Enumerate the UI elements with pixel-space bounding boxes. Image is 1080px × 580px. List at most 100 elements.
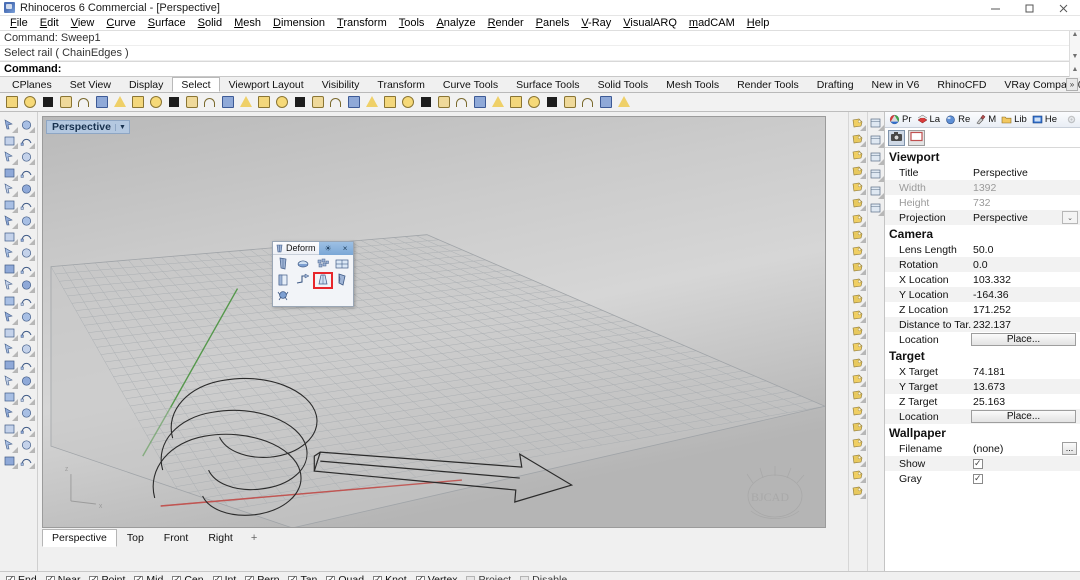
explode-icon[interactable] (19, 246, 35, 261)
splop-icon[interactable] (274, 273, 292, 288)
bongo-icon[interactable] (850, 372, 866, 387)
analyze-icon[interactable] (598, 94, 614, 110)
points-off-icon[interactable] (310, 94, 326, 110)
fillet-icon[interactable] (2, 278, 18, 293)
split-icon[interactable] (436, 94, 452, 110)
osnap-checkbox[interactable] (134, 574, 144, 580)
zoom-window-icon[interactable] (166, 94, 182, 110)
panel-tab-re[interactable]: Re (943, 113, 972, 127)
osnap-project[interactable]: Project (466, 574, 511, 580)
measure-icon[interactable] (2, 374, 18, 389)
menu-item-file[interactable]: File (4, 16, 34, 31)
osnap-end[interactable]: End (6, 574, 37, 580)
display-panel-icon[interactable] (868, 201, 884, 216)
panel-tab-he[interactable]: He (1030, 113, 1059, 127)
command-scrollbar[interactable]: ▲ ▼ (1069, 31, 1080, 61)
scroll-up-icon[interactable]: ▲ (1072, 31, 1079, 39)
minimize-icon[interactable] (978, 0, 1012, 16)
grasshopper-icon[interactable] (850, 468, 866, 483)
panel-tab-m[interactable]: M (973, 113, 998, 127)
snapshot-icon[interactable] (850, 356, 866, 371)
menu-item-dimension[interactable]: Dimension (267, 16, 331, 31)
render-tools-icon[interactable] (850, 116, 866, 131)
menu-item-analyze[interactable]: Analyze (430, 16, 481, 31)
hatch-icon[interactable] (2, 310, 18, 325)
osnap-checkbox[interactable] (288, 574, 298, 580)
deform-toolbar-palette[interactable]: Deform ☀ × (272, 241, 354, 307)
sun-icon[interactable] (850, 212, 866, 227)
paste-icon[interactable] (112, 94, 128, 110)
named-views-icon[interactable] (850, 260, 866, 275)
select-arrow-icon[interactable] (2, 118, 18, 133)
ungroup-icon[interactable] (364, 94, 380, 110)
camera-icon[interactable] (850, 244, 866, 259)
planar-surface-icon[interactable] (2, 262, 18, 277)
copy-icon[interactable] (94, 94, 110, 110)
split-icon[interactable] (19, 438, 35, 453)
osnap-checkbox[interactable] (520, 575, 530, 580)
dimension-icon[interactable] (2, 294, 18, 309)
toolbar-tab-select[interactable]: Select (172, 77, 220, 92)
group-icon[interactable] (346, 94, 362, 110)
panel-tab-pr[interactable]: Pr (887, 113, 914, 127)
toolbar-tab-drafting[interactable]: Drafting (808, 77, 863, 92)
toolbar-tab-display[interactable]: Display (120, 77, 172, 92)
panel-subtab-viewport-frame[interactable] (908, 129, 925, 146)
notes-panel-icon[interactable] (868, 150, 884, 165)
scroll-down-icon[interactable]: ▼ (1072, 53, 1079, 61)
toolbar-tab-curve-tools[interactable]: Curve Tools (434, 77, 507, 92)
bend-icon[interactable] (274, 257, 292, 272)
display-mode-icon[interactable] (850, 276, 866, 291)
toolbar-tab-surface-tools[interactable]: Surface Tools (507, 77, 588, 92)
mesh-icon[interactable] (2, 342, 18, 357)
chamfer-icon[interactable] (19, 278, 35, 293)
menu-item-panels[interactable]: Panels (530, 16, 576, 31)
points-on-icon[interactable] (292, 94, 308, 110)
ground-plane-icon[interactable] (850, 196, 866, 211)
turntable-icon[interactable] (850, 308, 866, 323)
toolbar-tab-set-view[interactable]: Set View (61, 77, 120, 92)
render-mesh-icon[interactable] (19, 342, 35, 357)
array-icon[interactable] (526, 94, 542, 110)
fly-through-icon[interactable] (850, 292, 866, 307)
osnap-quad[interactable]: Quad (326, 574, 364, 580)
layers-panel-icon[interactable] (868, 133, 884, 148)
freeform-curve-icon[interactable] (19, 182, 35, 197)
osnap-point[interactable]: Point (89, 574, 125, 580)
rectangle-icon[interactable] (19, 166, 35, 181)
join-icon[interactable] (2, 454, 18, 469)
trim-icon[interactable] (418, 94, 434, 110)
print-icon[interactable] (58, 94, 74, 110)
toolbar-tab-transform[interactable]: Transform (368, 77, 433, 92)
cylinder-icon[interactable] (2, 230, 18, 245)
toolbar-tab-solid-tools[interactable]: Solid Tools (589, 77, 658, 92)
command-prompt-scroll[interactable]: ▲ (1069, 61, 1080, 77)
command-prompt[interactable]: Command: (0, 61, 1080, 76)
analyze-icon[interactable] (19, 358, 35, 373)
osnap-checkbox[interactable] (245, 574, 255, 580)
move-icon[interactable] (2, 406, 18, 421)
join-icon[interactable] (400, 94, 416, 110)
layer-icon[interactable] (274, 94, 290, 110)
osnap-checkbox[interactable] (466, 575, 476, 580)
osnap-int[interactable]: Int (212, 574, 236, 580)
toolbar-tab-visibility[interactable]: Visibility (313, 77, 369, 92)
menu-item-view[interactable]: View (65, 16, 101, 31)
block-icon[interactable] (19, 310, 35, 325)
location-place-button[interactable]: Place... (971, 333, 1076, 346)
grid-icon[interactable] (2, 358, 18, 373)
osnap-checkbox[interactable] (45, 574, 55, 580)
osnap-perp[interactable]: Perp (245, 574, 279, 580)
menu-item-transform[interactable]: Transform (331, 16, 393, 31)
menu-item-help[interactable]: Help (741, 16, 776, 31)
shade-icon[interactable] (238, 94, 254, 110)
toolbar-tabs-overflow[interactable]: » (1066, 78, 1078, 91)
texture-icon[interactable] (850, 180, 866, 195)
chevron-down-icon[interactable]: ▼ (114, 123, 126, 131)
loft-icon[interactable] (19, 198, 35, 213)
osnap-disable[interactable]: Disable (520, 574, 567, 580)
clipping-plane-icon[interactable] (850, 324, 866, 339)
rotate-icon[interactable] (562, 94, 578, 110)
panel-subtab-camera[interactable] (888, 129, 905, 146)
close-icon[interactable] (1046, 0, 1080, 16)
